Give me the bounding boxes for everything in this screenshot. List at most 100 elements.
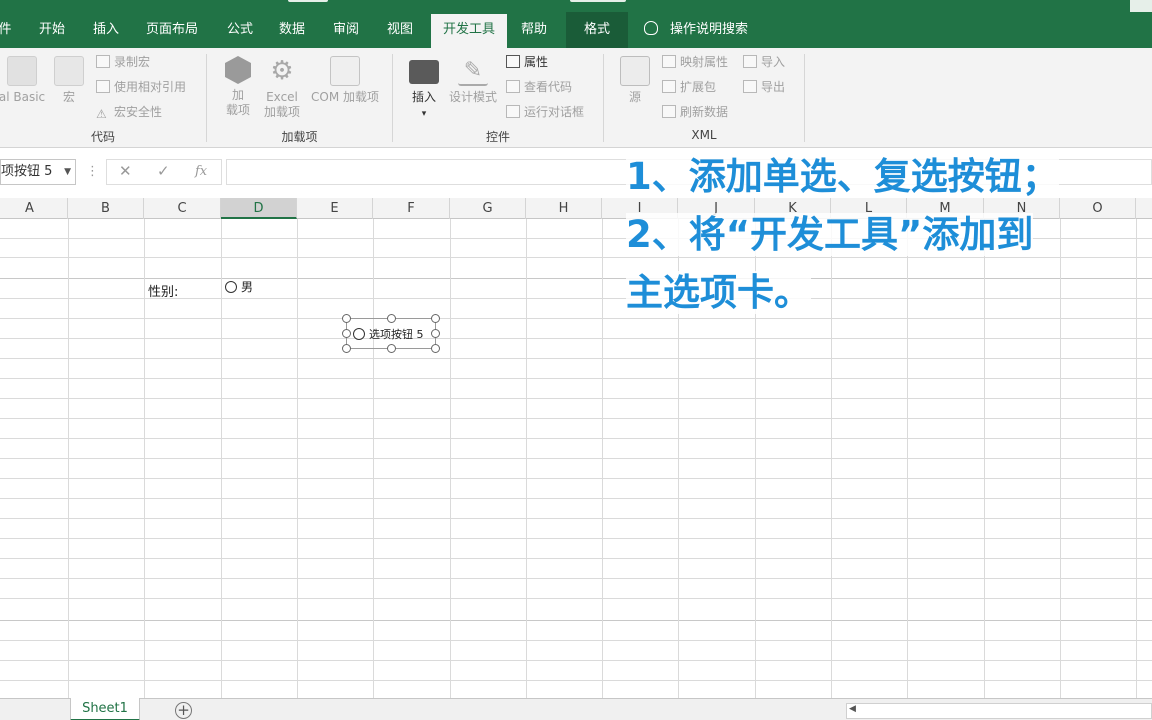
tab-developer[interactable]: 开发工具 <box>431 14 507 48</box>
column-header[interactable]: E <box>297 198 373 219</box>
chevron-down-icon[interactable]: ▼ <box>64 160 71 184</box>
excel-addins-button[interactable]: ⚙ Excel 加载项 <box>262 56 302 120</box>
export-button[interactable]: 导出 <box>743 79 785 95</box>
row-gridline <box>0 478 1152 479</box>
com-addins-button[interactable]: COM 加载项 <box>306 56 384 105</box>
properties-button[interactable]: 属性 <box>506 54 548 70</box>
row-gridline <box>0 640 1152 641</box>
map-properties-icon <box>662 55 676 68</box>
refresh-data-button[interactable]: 刷新数据 <box>662 104 728 120</box>
tab-data[interactable]: 数据 <box>270 12 314 48</box>
refresh-data-icon <box>662 105 676 118</box>
map-properties-label: 映射属性 <box>680 55 729 69</box>
view-code-button[interactable]: 查看代码 <box>506 79 572 95</box>
design-mode-button[interactable]: ✎ 设计模式 <box>446 56 500 105</box>
resize-handle[interactable] <box>431 314 440 323</box>
radio-circle-icon <box>353 328 365 340</box>
import-label: 导入 <box>761 55 786 69</box>
sheet-tab-sheet1[interactable]: Sheet1 <box>70 698 140 720</box>
insert-control-button[interactable]: 插入 ▾ <box>404 56 444 122</box>
resize-handle[interactable] <box>387 314 396 323</box>
row-gridline <box>0 378 1152 379</box>
horizontal-scrollbar[interactable]: ◀ <box>846 703 1152 719</box>
row-gridline <box>0 458 1152 459</box>
column-header[interactable]: F <box>373 198 450 219</box>
annotation-text: 主选项卡。 <box>626 271 811 314</box>
tab-file[interactable]: 件 <box>0 12 12 48</box>
macros-label: 宏 <box>62 90 75 104</box>
group-label-addins: 加载项 <box>281 130 318 144</box>
scroll-left-icon[interactable]: ◀ <box>849 704 856 714</box>
relative-reference-button[interactable]: 使用相对引用 <box>96 79 186 95</box>
name-box[interactable]: 项按钮 5 ▼ <box>0 159 76 185</box>
column-header[interactable]: A <box>0 198 68 219</box>
expansion-packs-button[interactable]: 扩展包 <box>662 79 716 95</box>
tab-page-layout[interactable]: 页面布局 <box>140 12 204 48</box>
row-gridline <box>0 680 1152 681</box>
group-separator <box>804 54 805 142</box>
visual-basic-button[interactable]: al Basic <box>0 56 52 105</box>
row-gridline <box>0 338 1152 339</box>
column-gridline <box>373 219 374 698</box>
row-gridline <box>0 358 1152 359</box>
macros-button[interactable]: 宏 <box>54 56 84 105</box>
row-gridline <box>0 578 1152 579</box>
row-gridline <box>0 518 1152 519</box>
tab-help[interactable]: 帮助 <box>512 12 556 48</box>
cancel-icon[interactable]: ✕ <box>119 162 132 180</box>
view-code-label: 查看代码 <box>524 80 573 94</box>
tab-view[interactable]: 视图 <box>378 12 422 48</box>
resize-handle[interactable] <box>431 344 440 353</box>
tab-insert[interactable]: 插入 <box>84 12 128 48</box>
title-fragment <box>570 0 626 2</box>
excel-addins-label-1: Excel <box>266 90 298 104</box>
annotation-line-2: 2、将“开发工具”添加到 <box>626 206 1152 264</box>
resize-handle[interactable] <box>431 329 440 338</box>
row-gridline <box>0 660 1152 661</box>
xml-source-button[interactable]: 源 <box>616 56 654 105</box>
run-dialog-label: 运行对话框 <box>524 105 585 119</box>
column-header[interactable]: C <box>144 198 221 219</box>
record-macro-button[interactable]: 录制宏 <box>96 54 150 70</box>
addins-button[interactable]: 加载项 <box>220 56 256 118</box>
map-properties-button[interactable]: 映射属性 <box>662 54 728 70</box>
add-sheet-icon[interactable]: + <box>175 702 192 719</box>
resize-handle[interactable] <box>387 344 396 353</box>
tab-format[interactable]: 格式 <box>566 12 628 48</box>
column-header[interactable]: H <box>526 198 602 219</box>
macro-security-button[interactable]: ⚠ 宏安全性 <box>96 104 162 121</box>
insert-function-icon[interactable]: fx <box>195 164 207 179</box>
resize-handle[interactable] <box>342 344 351 353</box>
enter-icon[interactable]: ✓ <box>157 162 170 180</box>
column-header[interactable]: D <box>221 198 297 219</box>
option-button-control[interactable]: 选项按钮 5 <box>342 314 440 353</box>
vertical-dots-icon[interactable]: ⋮ <box>86 164 99 179</box>
export-icon <box>743 80 757 93</box>
resize-handle[interactable] <box>342 329 351 338</box>
radio-new-label: 选项按钮 5 <box>369 328 424 341</box>
radio-button-male[interactable]: 男 <box>225 278 253 295</box>
column-gridline <box>221 219 222 698</box>
addins-label-2: 载项 <box>225 103 250 117</box>
run-dialog-button[interactable]: 运行对话框 <box>506 104 584 120</box>
annotation-line-3: 主选项卡。 <box>626 264 1152 322</box>
column-header[interactable]: G <box>450 198 526 219</box>
radio-button-new[interactable]: 选项按钮 5 <box>353 326 424 342</box>
import-button[interactable]: 导入 <box>743 54 785 70</box>
group-label-xml: XML <box>691 128 717 142</box>
ribbon: al Basic 宏 录制宏 使用相对引用 ⚠ 宏安全性 代码 加载项 ⚙ Exc… <box>0 48 1152 148</box>
xml-source-label: 源 <box>628 90 641 104</box>
tab-formulas[interactable]: 公式 <box>218 12 262 48</box>
sheet-tab-bar: Sheet1 + ◀ <box>0 698 1152 720</box>
column-gridline <box>450 219 451 698</box>
resize-handle[interactable] <box>342 314 351 323</box>
gender-label: 性别: <box>148 285 179 300</box>
column-gridline <box>297 219 298 698</box>
record-macro-label: 录制宏 <box>114 55 151 69</box>
tell-me-search[interactable]: 操作说明搜索 <box>644 12 748 48</box>
tab-review[interactable]: 审阅 <box>324 12 368 48</box>
column-header[interactable]: B <box>68 198 144 219</box>
tab-home[interactable]: 开始 <box>30 12 74 48</box>
row-gridline <box>0 538 1152 539</box>
column-gridline <box>526 219 527 698</box>
